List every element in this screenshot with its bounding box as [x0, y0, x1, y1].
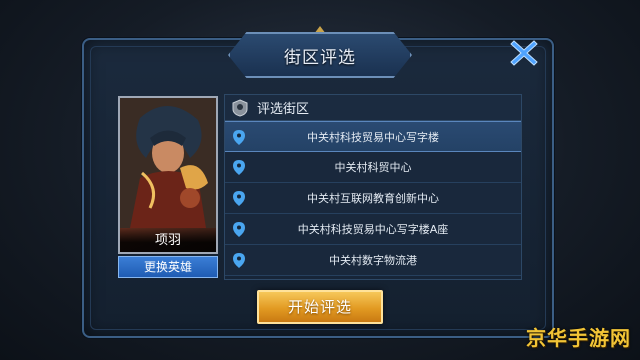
- district-list-header: 评选街区: [225, 95, 521, 121]
- hero-portrait-image: [120, 98, 216, 228]
- location-pin-icon: [233, 191, 245, 206]
- district-item[interactable]: 中关村互联网教育创新中心: [225, 183, 521, 214]
- close-icon: [510, 40, 538, 66]
- hero-name: 项羽: [120, 228, 216, 252]
- district-item[interactable]: 中关村科贸中心: [225, 152, 521, 183]
- location-pin-icon: [233, 130, 245, 145]
- start-selection-button[interactable]: 开始评选: [257, 290, 383, 324]
- badge-icon: [232, 98, 248, 117]
- location-pin-icon: [233, 253, 245, 268]
- close-button[interactable]: [500, 34, 548, 72]
- district-item[interactable]: 中关村数字物流港: [225, 245, 521, 276]
- location-pin-icon: [233, 160, 245, 175]
- district-item-label: 中关村互联网教育创新中心: [307, 192, 439, 205]
- district-item-label: 中关村数字物流港: [329, 254, 417, 267]
- district-item-label: 中关村科技贸易中心写字楼A座: [297, 223, 449, 236]
- dialog-title-tab: 街区评选: [228, 32, 412, 78]
- district-list-title: 评选街区: [257, 102, 310, 117]
- district-item-label: 中关村科贸中心: [334, 161, 412, 174]
- watermark: 京华手游网: [526, 326, 631, 350]
- district-item[interactable]: 中关村科技贸易中心写字楼: [225, 121, 521, 152]
- dialog-title: 街区评选: [284, 47, 356, 68]
- district-item-label: 中关村科技贸易中心写字楼: [307, 130, 439, 144]
- district-list-panel: 评选街区 中关村科技贸易中心写字楼 中关村科贸中心 中关村互联网教育创新中心 中…: [224, 94, 522, 280]
- district-item[interactable]: 中关村科技贸易中心写字楼A座: [225, 214, 521, 245]
- change-hero-button[interactable]: 更换英雄: [118, 256, 218, 278]
- location-pin-icon: [233, 222, 245, 237]
- hero-portrait-card[interactable]: 项羽: [118, 96, 218, 254]
